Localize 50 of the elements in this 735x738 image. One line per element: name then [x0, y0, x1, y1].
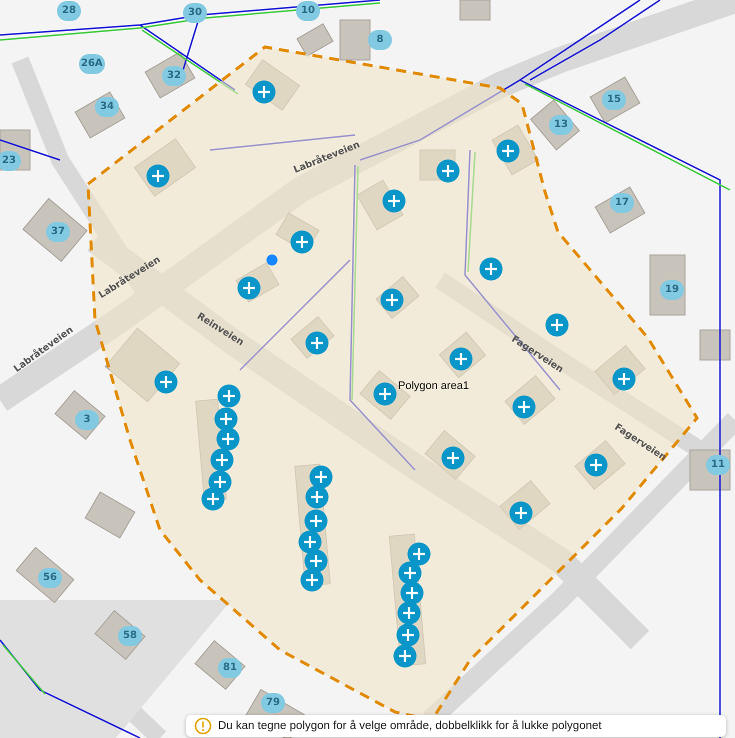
add-marker-icon[interactable] [237, 276, 261, 300]
add-marker-icon[interactable] [304, 509, 328, 533]
house-number-label: 81 [218, 658, 242, 678]
add-marker-icon[interactable] [290, 230, 314, 254]
add-marker-icon[interactable] [400, 581, 424, 605]
house-number-label: 30 [183, 3, 207, 23]
add-marker-icon[interactable] [407, 542, 431, 566]
house-number-label: 8 [368, 30, 392, 50]
add-marker-icon[interactable] [305, 331, 329, 355]
house-number-label: 10 [296, 1, 320, 21]
warning-icon [194, 717, 212, 735]
add-marker-icon[interactable] [393, 644, 417, 668]
add-marker-icon[interactable] [584, 453, 608, 477]
add-marker-icon[interactable] [545, 313, 569, 337]
building [340, 20, 370, 60]
add-marker-icon[interactable] [214, 407, 238, 431]
add-marker-icon[interactable] [298, 530, 322, 554]
add-marker-icon[interactable] [479, 257, 503, 281]
building [460, 0, 490, 20]
house-number-label: 23 [0, 151, 21, 171]
location-dot-icon [266, 254, 278, 266]
add-marker-icon[interactable] [380, 288, 404, 312]
house-number-label: 28 [57, 1, 81, 21]
add-marker-icon[interactable] [210, 448, 234, 472]
add-marker-icon[interactable] [201, 487, 225, 511]
add-marker-icon[interactable] [252, 80, 276, 104]
add-marker-icon[interactable] [509, 501, 533, 525]
add-marker-icon[interactable] [373, 382, 397, 406]
add-marker-icon[interactable] [217, 384, 241, 408]
add-marker-icon[interactable] [397, 601, 421, 625]
add-marker-icon[interactable] [449, 347, 473, 371]
add-marker-icon[interactable] [382, 189, 406, 213]
add-marker-icon[interactable] [146, 164, 170, 188]
house-number-label: 34 [95, 97, 119, 117]
add-marker-icon[interactable] [300, 568, 324, 592]
building [700, 330, 730, 360]
house-number-label: 26A [79, 54, 105, 74]
add-marker-icon[interactable] [512, 395, 536, 419]
add-marker-icon[interactable] [396, 623, 420, 647]
hint-text: Du kan tegne polygon for å velge område, dobbelklikk for å lukke polygonet [218, 720, 602, 732]
add-marker-icon[interactable] [305, 485, 329, 509]
add-marker-icon[interactable] [398, 561, 422, 585]
add-marker-icon[interactable] [309, 465, 333, 489]
add-marker-icon[interactable] [154, 370, 178, 394]
polygon-name-label: Polygon area1 [398, 380, 469, 392]
add-marker-icon[interactable] [496, 139, 520, 163]
add-marker-icon[interactable] [612, 367, 636, 391]
add-marker-icon[interactable] [436, 159, 460, 183]
add-marker-icon[interactable] [216, 427, 240, 451]
add-marker-icon[interactable] [441, 446, 465, 470]
